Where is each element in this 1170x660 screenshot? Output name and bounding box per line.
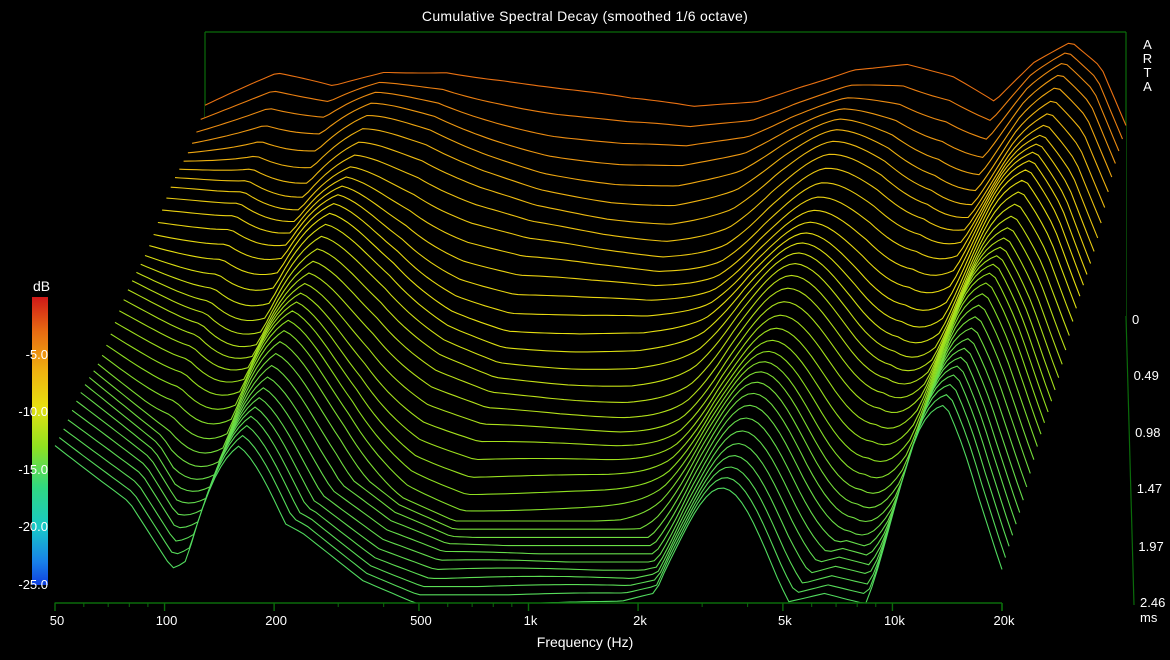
- db-tick-label: -25.0: [0, 577, 48, 592]
- csd-waterfall-plot: Cumulative Spectral Decay (smoothed 1/6 …: [0, 0, 1170, 660]
- time-tick-label: 2.46 ms: [1140, 595, 1170, 625]
- time-tick-label: 0.49: [1134, 368, 1159, 383]
- frequency-tick-label: 50: [37, 613, 77, 628]
- x-axis-label: Frequency (Hz): [0, 634, 1170, 650]
- db-tick-label: -15.0: [0, 462, 48, 477]
- frequency-tick-label: 2k: [620, 613, 660, 628]
- plot-canvas: [0, 0, 1170, 660]
- time-tick-label: 1.47: [1137, 481, 1162, 496]
- frequency-tick-label: 5k: [765, 613, 805, 628]
- db-tick-label: -5.0: [0, 347, 48, 362]
- frequency-tick-label: 500: [401, 613, 441, 628]
- software-tag: ARTA: [1142, 38, 1154, 94]
- frequency-tick-label: 100: [147, 613, 187, 628]
- time-tick-label: 0: [1132, 312, 1139, 327]
- frequency-tick-label: 10k: [874, 613, 914, 628]
- frequency-tick-label: 200: [256, 613, 296, 628]
- colorbar-ticks: -5.0 -10.0 -15.0 -20.0 -25.0: [0, 282, 48, 602]
- db-tick-label: -20.0: [0, 519, 48, 534]
- db-tick-label: -10.0: [0, 404, 48, 419]
- frequency-tick-label: 20k: [984, 613, 1024, 628]
- frequency-tick-label: 1k: [511, 613, 551, 628]
- waterfall-curves: [55, 43, 1126, 603]
- time-tick-label: 1.97: [1138, 539, 1163, 554]
- front-axis: [55, 603, 1002, 611]
- time-tick-label: 0.98: [1135, 425, 1160, 440]
